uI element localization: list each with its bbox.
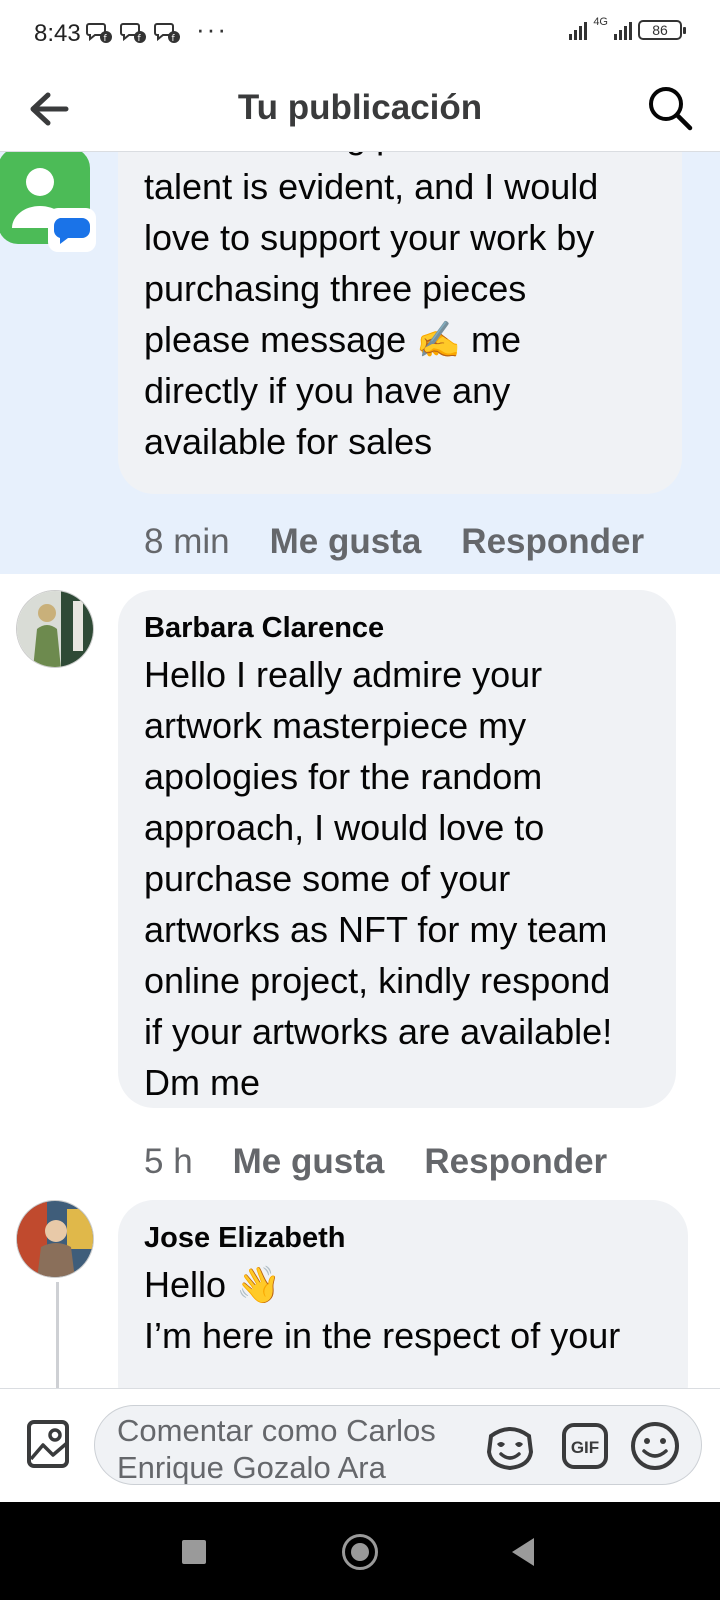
messenger-notification-icon: f — [86, 23, 112, 44]
comment-text: such stunning pieces. Your talent is evi… — [144, 152, 599, 462]
search-icon — [649, 87, 693, 131]
emoji-button[interactable] — [629, 1420, 681, 1472]
add-photo-button[interactable] — [26, 1419, 70, 1469]
reply-button[interactable]: Responder — [424, 1142, 607, 1182]
comment-time[interactable]: 8 min — [144, 522, 230, 562]
signal-icon — [614, 20, 632, 40]
page-title: Tu publicación — [237, 88, 483, 127]
avatar[interactable] — [16, 590, 94, 668]
emoji-icon — [631, 1422, 679, 1470]
reply-button[interactable]: Responder — [461, 522, 644, 562]
profile-photo — [17, 591, 93, 667]
comment: such stunning pieces. Your talent is evi… — [0, 152, 720, 574]
thread-line — [56, 1282, 59, 1388]
app-header: Tu publicación — [0, 66, 720, 152]
messages-app-icon — [0, 152, 96, 252]
avatar-sticker-icon — [486, 1427, 534, 1471]
comment-composer: Comentar como Carlos Enrique Gozalo Ara … — [0, 1388, 720, 1502]
comment-author[interactable]: Barbara Clarence — [144, 612, 650, 645]
comment: Jose Elizabeth Hello 👋 I’m here in the r… — [0, 1184, 720, 1388]
comment-time[interactable]: 5 h — [144, 1142, 193, 1182]
comment-input[interactable]: Comentar como Carlos Enrique Gozalo Ara … — [94, 1405, 702, 1485]
system-navigation-bar — [0, 1502, 720, 1600]
like-button[interactable]: Me gusta — [233, 1142, 385, 1182]
like-button[interactable]: Me gusta — [270, 522, 422, 562]
signal-icon — [569, 20, 588, 40]
messenger-notification-icon: f — [120, 23, 146, 44]
photo-icon — [27, 1420, 69, 1468]
comment-actions: 8 min Me gusta Responder — [144, 522, 644, 562]
gif-button[interactable]: GIF — [561, 1422, 609, 1470]
system-back-button[interactable] — [512, 1538, 534, 1566]
comment-text: Hello I really admire your artwork maste… — [144, 654, 613, 1103]
more-notifications-icon: ··· — [196, 14, 228, 44]
home-button[interactable] — [342, 1534, 378, 1570]
comment-text: Hello 👋 I’m here in the respect of your — [144, 1264, 621, 1356]
search-button[interactable] — [642, 80, 698, 136]
comment-bubble[interactable]: Jose Elizabeth Hello 👋 I’m here in the r… — [118, 1200, 688, 1388]
network-type: 4G — [593, 16, 608, 28]
gif-label: GIF — [571, 1438, 599, 1457]
recent-apps-button[interactable] — [182, 1540, 206, 1564]
status-notifications: f f f — [86, 20, 180, 44]
gif-icon: GIF — [562, 1423, 608, 1469]
status-bar: 8:43 f f f ··· 4G 86 — [0, 0, 720, 66]
messenger-notification-icon: f — [154, 23, 180, 44]
comment-input-placeholder: Comentar como Carlos Enrique Gozalo Ara — [117, 1413, 436, 1485]
comment-actions: 5 h Me gusta Responder — [144, 1142, 607, 1182]
comment-bubble[interactable]: Barbara Clarence Hello I really admire y… — [118, 590, 676, 1108]
battery-icon: 86 — [638, 20, 686, 40]
comment-bubble[interactable]: such stunning pieces. Your talent is evi… — [118, 152, 682, 494]
comment-author[interactable]: Jose Elizabeth — [144, 1222, 662, 1255]
comments-list[interactable]: such stunning pieces. Your talent is evi… — [0, 152, 720, 1388]
comment: Barbara Clarence Hello I really admire y… — [0, 574, 720, 1184]
messages-app-avatar[interactable] — [0, 152, 96, 252]
status-indicators: 4G 86 — [569, 16, 686, 40]
avatar[interactable] — [16, 1200, 94, 1278]
profile-photo — [17, 1201, 93, 1277]
avatar-sticker-button[interactable] — [485, 1422, 535, 1471]
status-time: 8:43 — [34, 20, 81, 47]
